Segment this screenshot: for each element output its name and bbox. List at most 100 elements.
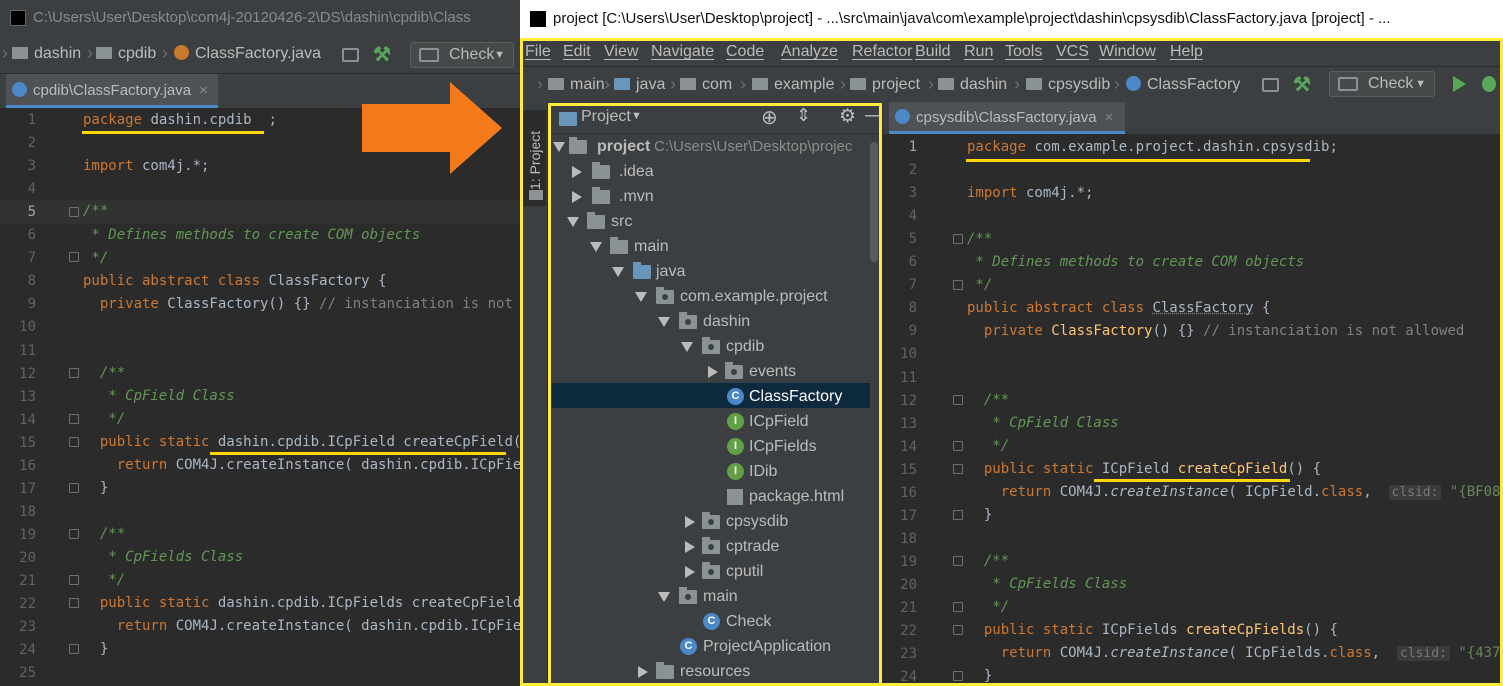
menu-refactor[interactable]: Refactor bbox=[852, 38, 912, 66]
code-line[interactable]: package com.example.project.dashin.cpsys… bbox=[967, 139, 1338, 155]
code-line[interactable]: /** bbox=[967, 553, 1009, 569]
fold-icon[interactable] bbox=[69, 207, 79, 217]
breadcrumb-item-example[interactable]: example bbox=[752, 76, 834, 94]
tree-node-projectapplication[interactable]: C ProjectApplication bbox=[549, 634, 881, 659]
expand-arrow-icon[interactable] bbox=[567, 217, 579, 227]
run-icon[interactable] bbox=[1453, 76, 1466, 92]
fold-icon[interactable] bbox=[69, 252, 79, 262]
tree-node-dashin[interactable]: dashin bbox=[549, 309, 881, 334]
tree-node-cptrade[interactable]: cptrade bbox=[549, 534, 881, 559]
menu-vcs[interactable]: VCS bbox=[1056, 38, 1089, 66]
menu-window[interactable]: Window bbox=[1099, 38, 1156, 66]
collapse-arrow-icon[interactable] bbox=[572, 166, 582, 178]
code-line[interactable]: */ bbox=[967, 599, 1009, 615]
build-hammer-icon[interactable]: ⚒ bbox=[1293, 72, 1311, 97]
code-line[interactable]: public abstract class ClassFactory { bbox=[83, 273, 386, 289]
code-line[interactable]: /** bbox=[967, 392, 1009, 408]
code-line[interactable]: * CpField Class bbox=[967, 415, 1118, 431]
menu-view[interactable]: View bbox=[604, 38, 638, 66]
fold-icon[interactable] bbox=[69, 483, 79, 493]
menu-file[interactable]: File bbox=[525, 38, 551, 66]
run-config-select[interactable]: Check ▼ bbox=[1329, 71, 1435, 97]
fold-icon[interactable] bbox=[69, 414, 79, 424]
collapse-arrow-icon[interactable] bbox=[685, 541, 695, 553]
code-line[interactable]: public static ICpFields createCpFields()… bbox=[967, 622, 1338, 638]
breadcrumb-item-cpdib[interactable]: cpdib bbox=[96, 45, 156, 63]
tree-node-cputil[interactable]: cputil bbox=[549, 559, 881, 584]
code-line[interactable]: } bbox=[967, 668, 992, 684]
code-line[interactable]: /** bbox=[83, 365, 125, 381]
minimize-icon[interactable]: — bbox=[865, 104, 881, 127]
menu-code[interactable]: Code bbox=[726, 38, 764, 66]
tab-cpsysdib-classfactory[interactable]: cpsysdib\ClassFactory.java × bbox=[889, 102, 1125, 134]
code-line[interactable]: * Defines methods to create COM objects bbox=[83, 227, 420, 243]
tree-node-idea[interactable]: .idea bbox=[549, 159, 881, 184]
code-line[interactable]: public static dashin.cpdib.ICpFields cre… bbox=[83, 595, 520, 611]
breadcrumb-item-classfactory[interactable]: ClassFactory.java bbox=[174, 45, 321, 63]
project-panel-title[interactable]: Project bbox=[581, 108, 631, 126]
fold-icon[interactable] bbox=[953, 441, 963, 451]
breadcrumb-item-java[interactable]: java bbox=[614, 76, 665, 94]
code-line[interactable]: import com4j.*; bbox=[83, 158, 209, 174]
fold-icon[interactable] bbox=[953, 556, 963, 566]
menu-analyze[interactable]: Analyze bbox=[781, 38, 838, 66]
terminal-icon[interactable] bbox=[342, 48, 359, 62]
menu-tools[interactable]: Tools bbox=[1005, 38, 1042, 66]
menu-run[interactable]: Run bbox=[964, 38, 993, 66]
fold-icon[interactable] bbox=[953, 464, 963, 474]
fold-icon[interactable] bbox=[69, 437, 79, 447]
project-tool-tab[interactable]: 1: Project bbox=[522, 110, 546, 206]
expand-arrow-icon[interactable] bbox=[612, 267, 624, 277]
tree-node-main[interactable]: main bbox=[549, 234, 881, 259]
code-line[interactable]: */ bbox=[967, 277, 992, 293]
tree-node-idib[interactable]: I IDib bbox=[549, 459, 881, 484]
collapse-arrow-icon[interactable] bbox=[638, 666, 648, 678]
build-hammer-icon[interactable]: ⚒ bbox=[373, 42, 391, 67]
menu-help[interactable]: Help bbox=[1170, 38, 1203, 66]
terminal-icon[interactable] bbox=[1262, 78, 1279, 92]
collapse-arrow-icon[interactable] bbox=[685, 516, 695, 528]
breadcrumb-item-dashin[interactable]: dashin bbox=[12, 45, 81, 63]
run-config-select[interactable]: Check ▼ bbox=[410, 42, 514, 68]
fold-icon[interactable] bbox=[953, 510, 963, 520]
code-line[interactable]: return COM4J.createInstance( ICpFields.c… bbox=[967, 645, 1503, 661]
breadcrumb-item-main[interactable]: main bbox=[548, 76, 605, 94]
code-line[interactable]: * CpFields Class bbox=[83, 549, 243, 565]
code-line[interactable]: return COM4J.createInstance( dashin.cpdi… bbox=[83, 618, 520, 634]
menu-edit[interactable]: Edit bbox=[563, 38, 591, 66]
breadcrumb-item-com[interactable]: com bbox=[680, 76, 732, 94]
code-line[interactable]: /** bbox=[83, 203, 108, 219]
fold-icon[interactable] bbox=[69, 368, 79, 378]
code-line[interactable]: /** bbox=[83, 526, 125, 542]
fold-icon[interactable] bbox=[953, 234, 963, 244]
tree-node-src[interactable]: src bbox=[549, 209, 881, 234]
code-line[interactable]: */ bbox=[83, 250, 108, 266]
debug-icon[interactable] bbox=[1482, 76, 1496, 92]
breadcrumb-item-classfactory[interactable]: ClassFactory bbox=[1126, 76, 1240, 94]
tree-node-events[interactable]: events bbox=[549, 359, 881, 384]
tab-cpdib-classfactory[interactable]: cpdib\ClassFactory.java × bbox=[6, 74, 218, 108]
code-line[interactable]: package dashin.cpdib ; bbox=[83, 112, 277, 128]
locate-target-icon[interactable]: ⊕ bbox=[761, 105, 778, 130]
menu-build[interactable]: Build bbox=[915, 38, 951, 66]
expand-arrow-icon[interactable] bbox=[658, 592, 670, 602]
collapse-arrow-icon[interactable] bbox=[685, 566, 695, 578]
tree-node-com-example-project[interactable]: com.example.project bbox=[549, 284, 881, 309]
close-icon[interactable]: × bbox=[199, 82, 208, 99]
tree-node-package-html[interactable]: package.html bbox=[549, 484, 881, 509]
collapse-arrow-icon[interactable] bbox=[572, 191, 582, 203]
expand-arrow-icon[interactable] bbox=[590, 242, 602, 252]
code-line[interactable]: public static dashin.cpdib.ICpField crea… bbox=[83, 434, 520, 450]
fold-icon[interactable] bbox=[69, 644, 79, 654]
code-line[interactable]: private ClassFactory() {} // instanciati… bbox=[967, 323, 1464, 339]
gear-icon[interactable]: ⚙ bbox=[839, 105, 856, 128]
code-line[interactable]: import com4j.*; bbox=[967, 185, 1093, 201]
fold-icon[interactable] bbox=[953, 395, 963, 405]
expand-arrow-icon[interactable] bbox=[658, 317, 670, 327]
code-line[interactable]: /** bbox=[967, 231, 992, 247]
code-line[interactable]: * Defines methods to create COM objects bbox=[967, 254, 1304, 270]
fold-icon[interactable] bbox=[69, 598, 79, 608]
code-line[interactable]: */ bbox=[83, 572, 125, 588]
code-line[interactable]: public static ICpField createCpField() { bbox=[967, 461, 1321, 477]
collapse-all-icon[interactable]: ⇕ bbox=[796, 105, 811, 126]
